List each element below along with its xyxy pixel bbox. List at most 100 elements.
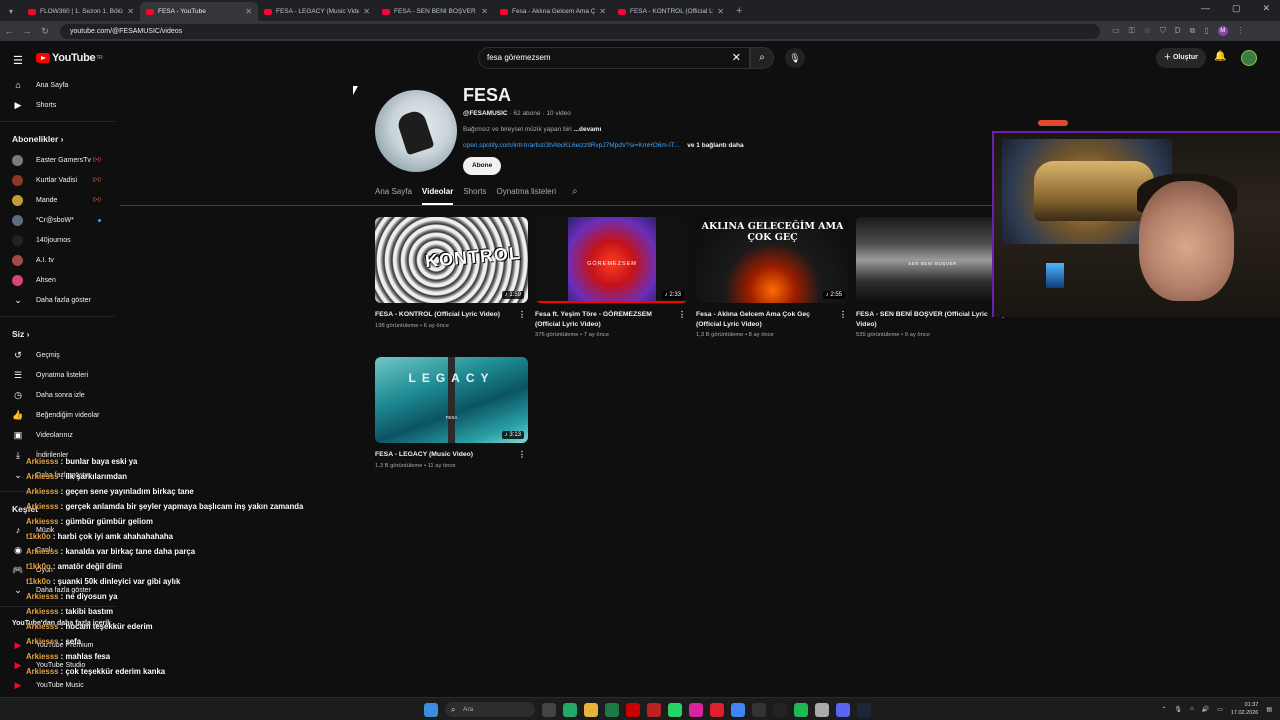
video-card[interactable]: LEGACY FESA ♪ 3:13 FESA - LEGACY (Music … — [375, 357, 528, 469]
more-options-icon[interactable]: ⋮ — [518, 450, 526, 460]
browser-tab[interactable]: FESA - YouTube ✕ — [140, 2, 258, 21]
shield-icon[interactable]: ⛉ — [1160, 26, 1166, 36]
sidebar-item[interactable]: ⌂ Ana Sayfa — [0, 75, 115, 95]
clock[interactable]: 01:37 17.02.2026 — [1231, 701, 1259, 717]
sidebar-item[interactable]: ▣ Videolarınız — [0, 425, 115, 445]
terminal-icon[interactable] — [773, 702, 787, 717]
instagram-icon[interactable] — [689, 702, 703, 717]
app-icon[interactable] — [647, 702, 661, 717]
sidebar-item[interactable]: ▶ Shorts — [0, 95, 115, 115]
opera-icon[interactable] — [710, 702, 724, 717]
maximize-icon[interactable]: ▢ — [1232, 3, 1241, 14]
tab-list-icon[interactable]: ▾ — [0, 2, 22, 21]
close-tab-icon[interactable]: ✕ — [599, 7, 606, 16]
tab-shorts[interactable]: Shorts — [463, 185, 486, 205]
video-thumbnail[interactable]: LEGACY FESA ♪ 3:13 — [375, 357, 528, 443]
star-icon[interactable]: ☆ — [1144, 26, 1151, 36]
youtube-logo[interactable]: YouTube TR — [36, 52, 103, 64]
url-input[interactable]: youtube.com/@FESAMUSIC/videos — [60, 23, 1100, 39]
sidebar-item[interactable]: 👍 Beğendiğim videolar — [0, 405, 115, 425]
sidebar-item[interactable]: ◷ Daha sonra izle — [0, 385, 115, 405]
menu-dots-icon[interactable]: ⋮ — [1237, 26, 1245, 36]
browser-tab[interactable]: FESA - LEGACY (Music Video) -✕ — [258, 2, 376, 21]
extension-d-icon[interactable]: D — [1175, 26, 1181, 36]
netflix-icon[interactable] — [626, 702, 640, 717]
video-card[interactable]: KONTROL ♪ 1:59 FESA - KONTROL (Official … — [375, 217, 528, 329]
sidebar-item[interactable]: ↺ Geçmiş — [0, 345, 115, 365]
discord-icon[interactable] — [836, 702, 850, 717]
excel-icon[interactable] — [605, 702, 619, 717]
browser-tab[interactable]: FESA - SEN BENİ BOŞVER (Offi ✕ — [376, 2, 494, 21]
more-options-icon[interactable]: ⋮ — [518, 310, 526, 320]
more-links[interactable]: ve 1 bağlantı daha — [687, 142, 743, 149]
tab-home[interactable]: Ana Sayfa — [375, 185, 412, 205]
video-thumbnail[interactable]: KONTROL ♪ 1:59 — [375, 217, 528, 303]
chrome-icon[interactable] — [731, 702, 745, 717]
close-window-icon[interactable]: ✕ — [1262, 3, 1270, 14]
subscribe-button[interactable]: Abone ol — [463, 157, 502, 187]
browser-tab[interactable]: FESA - KONTROL (Official Lyric ✕ — [612, 2, 730, 21]
file-explorer-icon[interactable] — [584, 702, 598, 717]
tab-videos[interactable]: Videolar — [421, 185, 454, 205]
video-title[interactable]: Fesa ft. Yeşim Töre - GÖREMEZSEM (Offici… — [535, 310, 688, 329]
video-title[interactable]: FESA - SEN BENİ BOŞVER (Official Lyric V… — [856, 310, 1009, 329]
back-icon[interactable]: ← — [0, 26, 18, 36]
notification-center-icon[interactable]: ▤ — [1266, 706, 1272, 713]
sidebar-subscription[interactable]: Mande ((•)) — [0, 190, 115, 210]
minimize-icon[interactable]: — — [1201, 3, 1210, 14]
tab-playlists[interactable]: Oynatma listeleri — [496, 185, 556, 205]
widgets-icon[interactable] — [563, 702, 577, 717]
sidebar-subscription[interactable]: Kurtlar Vadisi ((•)) — [0, 170, 115, 190]
app-icon[interactable] — [752, 702, 766, 717]
spotify-link[interactable]: open.spotify.com/intl-tr/artist/3hAbcKL6… — [463, 142, 679, 149]
video-thumbnail[interactable]: AKLINA GELECEĞİM AMA ÇOK GEÇ ♪ 2:55 — [696, 217, 849, 303]
forward-icon[interactable]: → — [18, 26, 36, 36]
profile-avatar[interactable]: M — [1217, 26, 1228, 36]
account-avatar[interactable] — [1241, 50, 1257, 66]
taskbar-search[interactable]: Ara — [445, 702, 535, 717]
battery-icon[interactable]: ▭ — [1217, 706, 1223, 713]
clear-search-icon[interactable]: ✕ — [732, 48, 741, 68]
sidebar-item[interactable]: ⌄ Daha fazla göster — [0, 290, 115, 310]
reload-icon[interactable]: ↻ — [36, 26, 54, 37]
video-card[interactable]: SEN BENİ BOŞVER FESA - SEN BENİ BOŞVER (… — [856, 217, 1009, 338]
sidebar-subscription[interactable]: Ahsen — [0, 270, 115, 290]
notifications-bell-icon[interactable]: 🔔 — [1214, 51, 1226, 62]
sidebar-subscription[interactable]: Easter GamersTv ((•)) — [0, 150, 115, 170]
sidebar-subscription[interactable]: A.I. tv — [0, 250, 115, 270]
puzzle-icon[interactable]: ⧉ — [1190, 26, 1196, 36]
create-button[interactable]: ＋ Oluştur — [1156, 48, 1206, 68]
browser-tab[interactable]: Fesa - Aklına Gelcem Ama Çok ✕ — [494, 2, 612, 21]
app-icon[interactable] — [815, 702, 829, 717]
video-thumbnail[interactable]: SEN BENİ BOŞVER — [856, 217, 1009, 303]
close-tab-icon[interactable]: ✕ — [717, 7, 724, 16]
subscriptions-header[interactable]: Abonelikler › — [0, 128, 115, 150]
close-tab-icon[interactable]: ✕ — [481, 7, 488, 16]
cast-icon[interactable]: ▭ — [1112, 26, 1120, 36]
video-title[interactable]: FESA - KONTROL (Official Lyric Video) ⋮ — [375, 310, 528, 320]
sidebar-subscription[interactable]: 140journos — [0, 230, 115, 250]
sidebar-item[interactable]: ☰ Oynatma listeleri — [0, 365, 115, 385]
you-header[interactable]: Siz › — [0, 323, 115, 345]
tray-chevron-icon[interactable]: ⌃ — [1161, 706, 1166, 713]
spotify-icon[interactable] — [794, 702, 808, 717]
video-thumbnail[interactable]: GÖREMEZSEM ♪ 2:33 — [535, 217, 688, 303]
video-title[interactable]: FESA - LEGACY (Music Video) ⋮ — [375, 450, 528, 460]
close-tab-icon[interactable]: ✕ — [363, 7, 370, 16]
video-card[interactable]: GÖREMEZSEM ♪ 2:33 Fesa ft. Yeşim Töre - … — [535, 217, 688, 338]
mic-tray-icon[interactable]: 🎙 — [1174, 706, 1182, 713]
close-tab-icon[interactable]: ✕ — [245, 7, 252, 16]
close-tab-icon[interactable]: ✕ — [127, 7, 134, 16]
start-icon[interactable] — [424, 702, 438, 717]
taskview-icon[interactable] — [542, 702, 556, 717]
sidepanel-icon[interactable]: ▯ — [1204, 26, 1208, 36]
browser-tab[interactable]: FLOW360 | 1. Sezon 1. Bölüm | ✕ — [22, 2, 140, 21]
channel-description[interactable]: Bağımsız ve bireysel müzik yapan biri ..… — [463, 126, 601, 133]
volume-icon[interactable]: 🔊 — [1202, 706, 1209, 713]
sidebar-subscription[interactable]: *Cr@sboW* — [0, 210, 115, 230]
more-options-icon[interactable]: ⋮ — [839, 310, 847, 320]
channel-avatar[interactable] — [375, 90, 457, 172]
video-card[interactable]: AKLINA GELECEĞİM AMA ÇOK GEÇ ♪ 2:55 Fesa… — [696, 217, 849, 338]
voice-search-button[interactable]: 🎙 — [785, 48, 805, 68]
more-options-icon[interactable]: ⋮ — [678, 310, 686, 320]
